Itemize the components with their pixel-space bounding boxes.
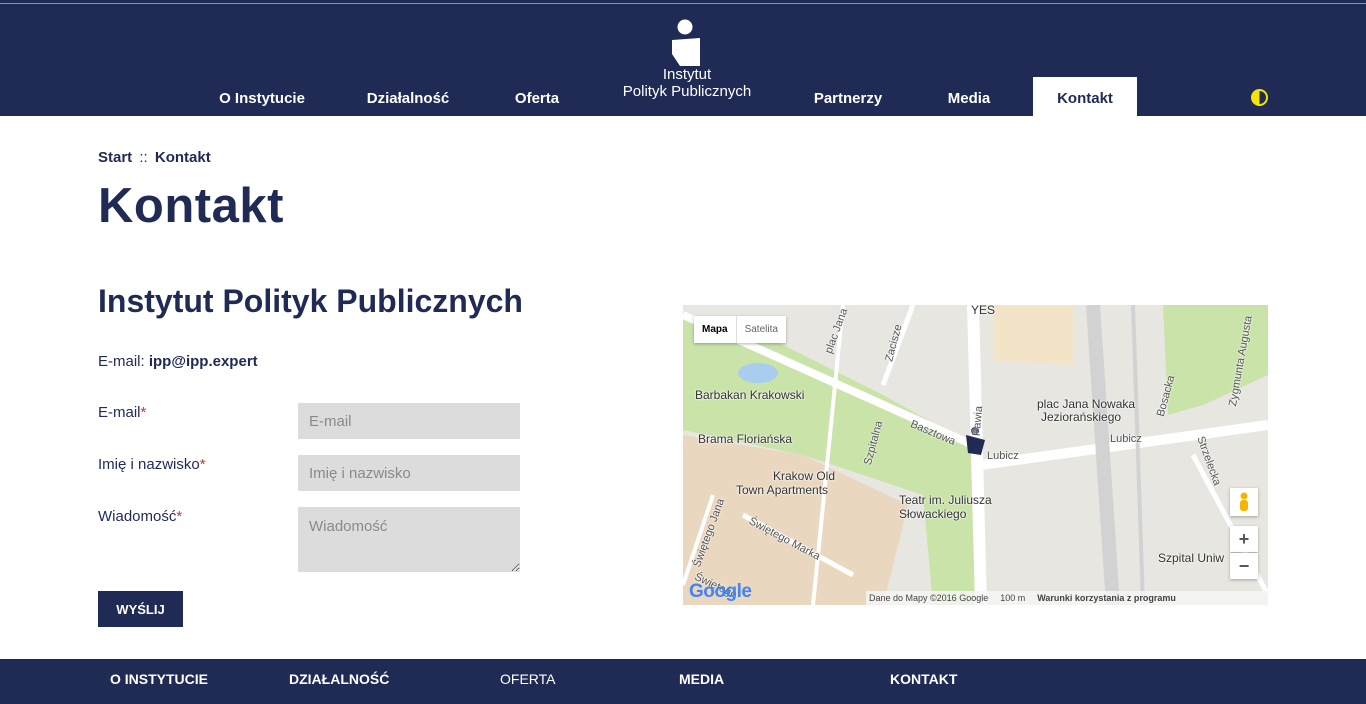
logo-line-2: Polityk Publicznych <box>622 83 752 100</box>
name-field[interactable] <box>298 455 520 491</box>
contact-email-value[interactable]: ipp@ipp.expert <box>149 353 258 370</box>
map-attribution: Dane do Mapy ©2016 Google <box>869 593 989 603</box>
map-label-szpital: Szpital Uniw <box>1158 551 1225 565</box>
name-field-label: Imię i nazwisko* <box>98 456 206 473</box>
message-field[interactable] <box>298 507 520 572</box>
logo-line-1: Instytut <box>662 66 712 83</box>
nav-dzialalnosc[interactable]: Działalność <box>356 77 460 116</box>
submit-button[interactable]: WYŚLIJ <box>98 591 183 627</box>
breadcrumb: Start :: Kontakt <box>98 149 211 166</box>
email-field[interactable] <box>298 403 520 439</box>
map-label-brama: Brama Floriańska <box>698 432 793 446</box>
message-field-label: Wiadomość* <box>98 508 183 525</box>
footer-link-o-instytucie[interactable]: O INSTYTUCIE <box>110 671 208 687</box>
contrast-icon[interactable] <box>1251 89 1268 106</box>
map-attribution-bar: Dane do Mapy ©2016 Google 100 m Warunki … <box>866 591 1268 605</box>
map-label-teatr-2: Słowackiego <box>899 507 967 521</box>
map-scale: 100 m <box>1000 593 1026 603</box>
logo-person-icon <box>672 19 700 66</box>
header-top-line <box>0 3 1366 4</box>
map-type-satellite-button[interactable]: Satelita <box>737 316 786 343</box>
page-title: Kontakt <box>98 179 284 233</box>
nav-oferta[interactable]: Oferta <box>503 77 571 116</box>
section-title: Instytut Polityk Publicznych <box>98 283 523 319</box>
map-label-yes: YES <box>971 305 996 317</box>
map-type-map-button[interactable]: Mapa <box>694 316 737 343</box>
map-label-teatr-1: Teatr im. Juliusza <box>899 493 992 507</box>
map-label-apartments-1: Krakow Old <box>773 469 836 483</box>
contact-email-label: E-mail: <box>98 353 145 370</box>
contact-email: E-mail: ipp@ipp.expert <box>98 353 258 370</box>
footer-link-dzialalnosc[interactable]: DZIAŁALNOŚĆ <box>289 671 389 687</box>
street-view-pegman-icon[interactable] <box>1230 488 1258 516</box>
map-label-apartments-2: Town Apartments <box>736 483 829 497</box>
google-logo: Google <box>689 581 752 602</box>
map-street-lubicz-2: Lubicz <box>1110 433 1142 445</box>
map-label-barbakan: Barbakan Krakowski <box>695 388 805 402</box>
nav-o-instytucie[interactable]: O Instytucie <box>208 77 316 116</box>
site-header: O Instytucie Działalność Oferta Instytut… <box>0 0 1366 116</box>
footer-link-media[interactable]: MEDIA <box>679 671 724 687</box>
google-map[interactable]: Mapa Satelita YES Barbakan Krakowski Bra… <box>683 305 1268 605</box>
site-logo[interactable]: Instytut Polityk Publicznych <box>612 18 762 100</box>
footer-link-oferta[interactable]: OFERTA <box>500 671 556 687</box>
site-footer: O INSTYTUCIE DZIAŁALNOŚĆ OFERTA MEDIA KO… <box>0 659 1366 704</box>
map-terms-link[interactable]: Warunki korzystania z programu <box>1037 593 1176 603</box>
map-label-plac-2: Jeziorańskiego <box>1041 410 1122 424</box>
email-field-label: E-mail* <box>98 404 147 421</box>
nav-kontakt[interactable]: Kontakt <box>1033 77 1137 116</box>
zoom-in-button[interactable]: + <box>1230 526 1258 552</box>
nav-partnerzy[interactable]: Partnerzy <box>805 77 891 116</box>
map-type-control: Mapa Satelita <box>694 316 786 343</box>
breadcrumb-current: Kontakt <box>154 149 211 166</box>
map-street-lubicz-1: Lubicz <box>987 450 1019 462</box>
breadcrumb-separator: :: <box>139 149 148 166</box>
breadcrumb-start-link[interactable]: Start <box>98 149 132 166</box>
map-label-plac-1: plac Jana Nowaka <box>1037 397 1136 411</box>
zoom-out-button[interactable]: − <box>1230 553 1258 579</box>
nav-media[interactable]: Media <box>938 77 1000 116</box>
footer-link-kontakt[interactable]: KONTAKT <box>890 671 957 687</box>
